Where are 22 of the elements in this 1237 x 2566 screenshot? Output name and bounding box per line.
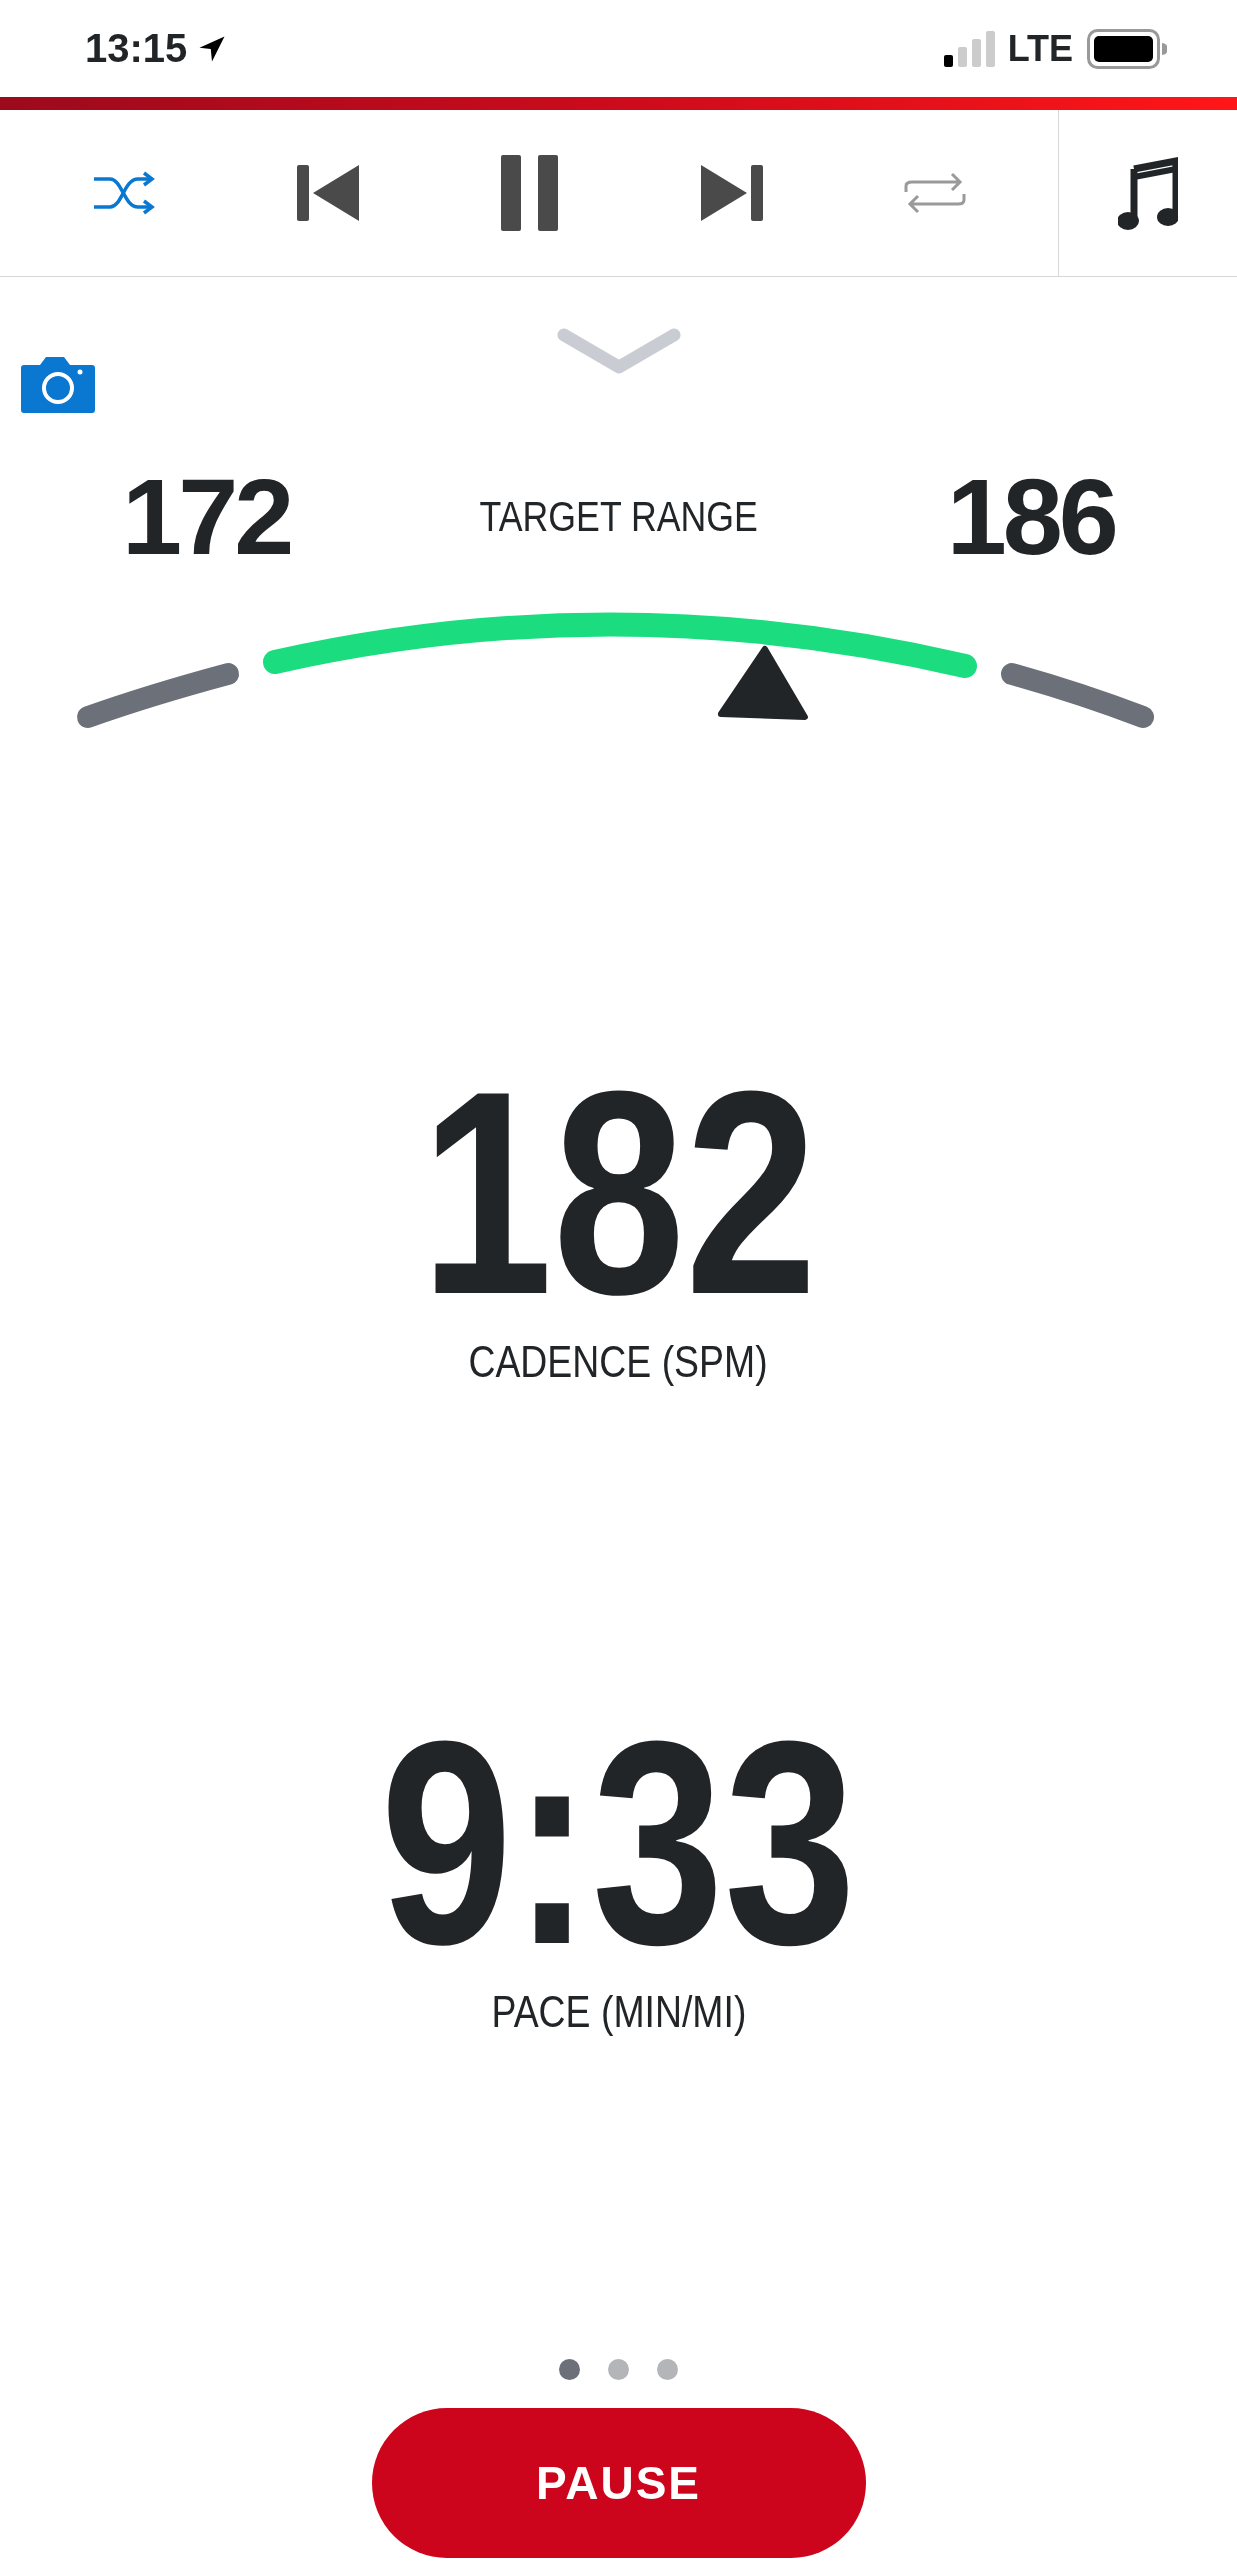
battery-icon [1087, 28, 1167, 69]
previous-track-button[interactable] [296, 165, 361, 221]
next-track-button[interactable] [699, 165, 764, 221]
camera-icon[interactable] [20, 355, 96, 413]
pause-track-button[interactable] [500, 155, 559, 231]
page-indicator-dot[interactable] [657, 2359, 678, 2380]
metric-value: 9:33 [380, 1697, 857, 1987]
page-indicator-dot[interactable] [559, 2359, 580, 2380]
metric-value: 182 [420, 1047, 817, 1337]
target-range-label: TARGET RANGE [479, 493, 758, 541]
music-note-icon[interactable] [1118, 155, 1178, 231]
metric-label: PACE (MIN/MI) [491, 1987, 746, 2037]
range-low-value: 172 [122, 463, 291, 571]
signal-icon [943, 30, 996, 67]
page-indicator-dot[interactable] [608, 2359, 629, 2380]
range-high-value: 186 [946, 463, 1115, 571]
metric-label: CADENCE (SPM) [468, 1337, 769, 1387]
repeat-button[interactable] [903, 172, 966, 214]
clock-time: 13:15 [85, 26, 188, 71]
shuffle-button[interactable] [92, 171, 157, 215]
pause-button[interactable]: PAUSE [371, 2408, 866, 2558]
network-label: LTE [1007, 27, 1073, 70]
